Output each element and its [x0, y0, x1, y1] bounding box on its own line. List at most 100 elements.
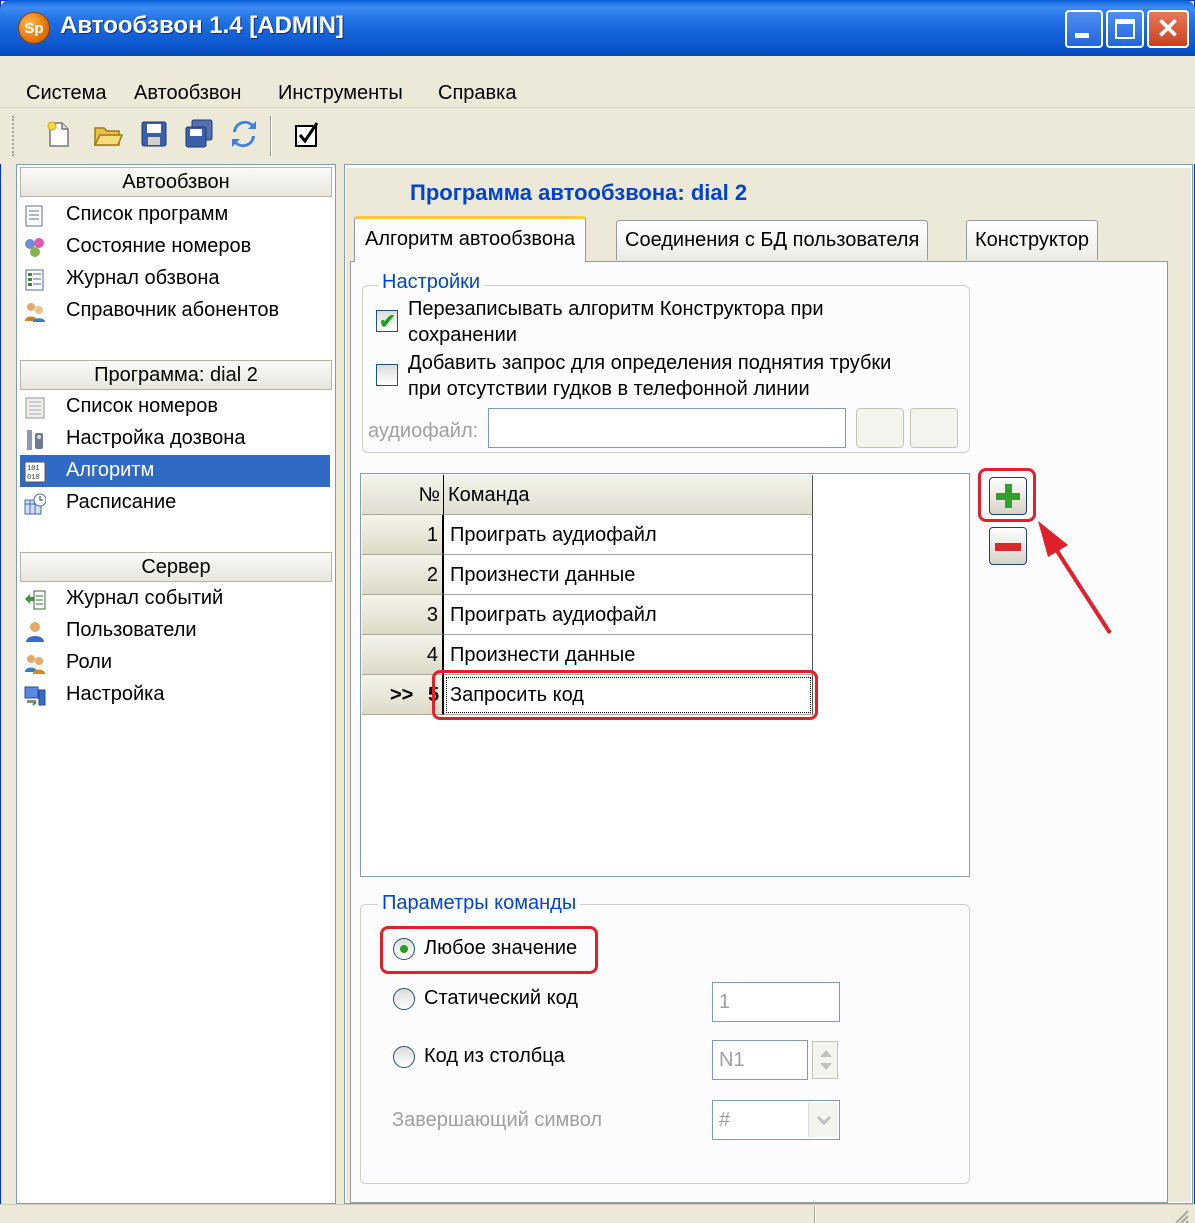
tab-constructor[interactable]: Конструктор [966, 220, 1099, 260]
sidebar-item-label: Пользователи [66, 619, 197, 641]
minus-icon [995, 543, 1021, 551]
audio-play-button[interactable] [910, 408, 958, 448]
menu-tools[interactable]: Инструменты [278, 82, 403, 105]
algorithm-icon: 101 010 [24, 461, 46, 483]
sidebar-item-call-journal[interactable]: Журнал обзвона [20, 263, 330, 295]
static-code-radio[interactable] [393, 988, 415, 1010]
remove-command-button[interactable] [989, 527, 1027, 565]
grid-header-command: Команда [444, 475, 813, 515]
grid-command-cell[interactable]: Произнести данные [444, 635, 813, 675]
sidebar-item-dial-settings[interactable]: Настройка дозвона [20, 423, 330, 455]
page-title: Программа автообзвона: dial 2 [410, 180, 748, 205]
sidebar-item-label: Список программ [66, 203, 229, 225]
add-pickup-request-label-1: Добавить запрос для определения поднятия… [408, 352, 892, 374]
status-icon [24, 237, 46, 259]
add-pickup-request-label-2: при отсутствии гудков в телефонной линии [408, 378, 810, 400]
close-button[interactable]: ✕ [1147, 10, 1189, 48]
section-header-server: Сервер [20, 552, 332, 582]
sidebar-item-label: Алгоритм [66, 459, 155, 481]
overwrite-algorithm-label-1: Перезаписывать алгоритм Конструктора при [408, 298, 824, 320]
sidebar-item-numbers-list[interactable]: Список номеров [20, 391, 330, 423]
static-code-input[interactable]: 1 [712, 982, 840, 1022]
column-code-input[interactable]: N1 [712, 1040, 808, 1080]
checkbox-icon[interactable] [290, 118, 322, 150]
grid-header-number: № [362, 475, 444, 515]
maximize-icon [1115, 19, 1135, 39]
dial-settings-icon [24, 429, 46, 451]
chevron-down-icon[interactable] [808, 1103, 838, 1137]
grid-row-number[interactable]: 4 [362, 635, 444, 675]
grid-row-number[interactable]: 1 [362, 515, 444, 555]
highlight-current-command [432, 670, 818, 720]
section-header-autodial: Автообзвон [20, 167, 332, 197]
save-icon[interactable] [138, 118, 170, 150]
new-icon[interactable] [42, 118, 74, 150]
sidebar-item-schedule[interactable]: Расписание [20, 487, 330, 519]
tab-db-connections[interactable]: Соединения с БД пользователя [616, 220, 929, 260]
events-icon [24, 589, 46, 611]
current-row-marker: >> [390, 684, 414, 706]
settings-legend: Настройки [378, 271, 485, 294]
menu-autodial[interactable]: Автообзвон [134, 82, 241, 105]
sidebar-item-label: Журнал событий [66, 587, 224, 609]
sidebar-item-roles[interactable]: Роли [20, 647, 330, 679]
numbers-icon [24, 397, 46, 419]
svg-text:010: 010 [27, 474, 40, 482]
sidebar-item-event-log[interactable]: Журнал событий [20, 583, 330, 615]
grid-row-number[interactable]: 3 [362, 595, 444, 635]
schedule-icon [24, 493, 47, 515]
close-icon: ✕ [1156, 13, 1180, 44]
sidebar-item-label: Состояние номеров [66, 235, 252, 257]
overwrite-algorithm-checkbox[interactable]: ✔ [376, 310, 398, 333]
window-title: Автообзвон 1.4 [ADMIN] [60, 12, 344, 39]
minimize-icon [1075, 33, 1089, 38]
maximize-button[interactable] [1106, 10, 1144, 48]
spin-up-icon [820, 1050, 832, 1057]
sidebar-item-number-status[interactable]: Состояние номеров [20, 231, 330, 263]
svg-text:101: 101 [27, 465, 40, 473]
minimize-button[interactable] [1065, 10, 1103, 48]
toolbar [0, 108, 1195, 164]
sidebar-item-programs-list[interactable]: Список программ [20, 199, 330, 231]
command-parameters-legend: Параметры команды [378, 892, 581, 915]
sidebar-item-settings[interactable]: Настройка [20, 679, 330, 711]
tab-autodial-algorithm[interactable]: Алгоритм автообзвона [354, 216, 587, 262]
sidebar-item-label: Роли [66, 651, 112, 673]
spin-down-icon [820, 1063, 832, 1070]
toolbar-grip[interactable] [12, 116, 18, 156]
overwrite-algorithm-label-2: сохранении [408, 324, 517, 346]
section-header-program: Программа: dial 2 [20, 360, 332, 390]
highlight-any-value [380, 926, 598, 974]
terminator-label: Завершающий символ [392, 1109, 603, 1131]
column-code-spinner[interactable] [812, 1041, 838, 1079]
open-icon[interactable] [92, 118, 124, 150]
audio-file-label: аудиофайл: [368, 420, 479, 442]
sidebar-item-users[interactable]: Пользователи [20, 615, 330, 647]
annotation-arrow [1038, 521, 1112, 635]
column-code-radio[interactable] [393, 1046, 415, 1068]
app-logo: Sp [18, 12, 50, 44]
audio-file-input[interactable] [488, 408, 846, 448]
grid-command-cell[interactable]: Проиграть аудиофайл [444, 515, 813, 555]
resize-grip-icon[interactable] [1172, 1206, 1190, 1223]
toolbar-separator [270, 116, 272, 156]
sidebar-item-algorithm[interactable]: 101 010 Алгоритм [20, 455, 330, 487]
add-pickup-request-checkbox[interactable] [376, 364, 398, 386]
refresh-icon[interactable] [228, 118, 260, 150]
static-code-label: Статический код [424, 987, 578, 1009]
audio-browse-button[interactable] [856, 408, 904, 448]
grid-command-cell[interactable]: Проиграть аудиофайл [444, 595, 813, 635]
subscribers-icon [24, 301, 46, 323]
column-code-label: Код из столбца [424, 1045, 565, 1067]
grid-command-cell[interactable]: Произнести данные [444, 555, 813, 595]
menu-system[interactable]: Система [26, 82, 107, 105]
user-icon [24, 621, 46, 643]
grid-row-number[interactable]: 2 [362, 555, 444, 595]
list-icon [24, 205, 46, 227]
sidebar-item-subscribers[interactable]: Справочник абонентов [20, 295, 330, 327]
menu-help[interactable]: Справка [438, 82, 516, 105]
journal-icon [24, 269, 46, 291]
status-separator [814, 1206, 816, 1223]
save-all-icon[interactable] [184, 118, 216, 150]
sidebar-item-label: Настройка дозвона [66, 427, 246, 449]
